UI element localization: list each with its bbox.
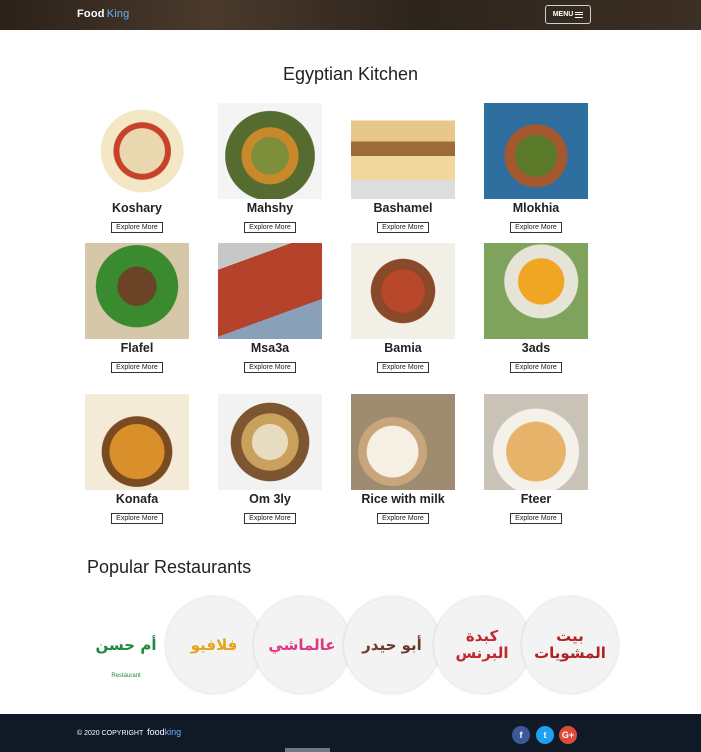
restaurant-logo[interactable]: عالماشي	[254, 597, 350, 693]
dish-name: Mlokhia	[512, 201, 560, 215]
dish-card: Mlokhia Explore More	[484, 103, 588, 234]
menu-label: MENU	[552, 11, 574, 18]
explore-more-button[interactable]: Explore More	[111, 513, 163, 524]
brand-text-primary: Food	[77, 8, 105, 20]
dish-photo[interactable]	[351, 394, 455, 490]
restaurant-logo[interactable]: بيت المشويات	[522, 597, 618, 693]
dish-name: Konafa	[115, 492, 159, 506]
restaurant-logo-text: كبدة البرنس	[455, 627, 509, 662]
explore-more-button[interactable]: Explore More	[111, 362, 163, 373]
dish-card: Konafa Explore More	[85, 394, 189, 525]
scroll-indicator	[285, 748, 330, 752]
dish-card: Flafel Explore More	[85, 243, 189, 374]
dish-name: Mahshy	[246, 201, 294, 215]
brand-text-secondary: King	[106, 8, 130, 20]
dish-photo[interactable]	[218, 394, 322, 490]
dish-photo[interactable]	[484, 103, 588, 199]
dish-photo[interactable]	[85, 243, 189, 339]
dish-card: Mahshy Explore More	[218, 103, 322, 234]
explore-more-button[interactable]: Explore More	[244, 222, 296, 233]
restaurant-logo-text: فلافيو	[190, 635, 238, 654]
explore-more-button[interactable]: Explore More	[510, 222, 562, 233]
dish-name: 3ads	[521, 341, 551, 355]
explore-more-button[interactable]: Explore More	[377, 362, 429, 373]
dish-card: Rice with milk Explore More	[351, 394, 455, 525]
copyright-text: © 2020 COPYRIGHT foodking	[77, 727, 181, 737]
explore-more-button[interactable]: Explore More	[244, 362, 296, 373]
dish-photo[interactable]	[351, 103, 455, 199]
explore-more-button[interactable]: Explore More	[510, 362, 562, 373]
dish-name: Bamia	[384, 341, 422, 355]
dish-name: Flafel	[120, 341, 154, 355]
dish-card: Bamia Explore More	[351, 243, 455, 374]
restaurant-logo[interactable]: أم حسن Restaurant	[78, 597, 174, 693]
dish-photo[interactable]	[218, 103, 322, 199]
explore-more-button[interactable]: Explore More	[510, 513, 562, 524]
dish-photo[interactable]	[484, 394, 588, 490]
twitter-icon[interactable]: t	[536, 726, 554, 744]
explore-more-button[interactable]: Explore More	[377, 513, 429, 524]
restaurant-logo[interactable]: أبو حيدر	[344, 597, 440, 693]
dish-card: Bashamel Explore More	[351, 103, 455, 234]
explore-more-button[interactable]: Explore More	[244, 513, 296, 524]
dish-card: Koshary Explore More	[85, 103, 189, 234]
dish-photo[interactable]	[484, 243, 588, 339]
dish-name: Fteer	[520, 492, 552, 506]
dish-photo[interactable]	[85, 394, 189, 490]
dish-photo[interactable]	[351, 243, 455, 339]
dish-photo[interactable]	[85, 103, 189, 199]
dish-name: Rice with milk	[361, 492, 445, 506]
restaurant-logo-subtext: Restaurant	[111, 673, 141, 679]
footer-brand-primary: food	[147, 727, 165, 737]
restaurant-logo[interactable]: كبدة البرنس	[434, 597, 530, 693]
dish-card: 3ads Explore More	[484, 243, 588, 374]
footer: © 2020 COPYRIGHT foodking f t G+	[0, 714, 701, 752]
top-navbar: Food King MENU	[0, 0, 701, 30]
dish-name: Koshary	[111, 201, 163, 215]
explore-more-button[interactable]: Explore More	[111, 222, 163, 233]
menu-button[interactable]: MENU	[545, 5, 591, 24]
copyright-label: © 2020 COPYRIGHT	[77, 730, 144, 737]
dish-name: Bashamel	[373, 201, 433, 215]
dish-card: Msa3a Explore More	[218, 243, 322, 374]
restaurant-logo-text: بيت المشويات	[534, 627, 606, 662]
restaurant-logo[interactable]: فلافيو	[166, 597, 262, 693]
dish-name: Om 3ly	[249, 492, 291, 506]
footer-brand-secondary: king	[164, 727, 182, 737]
explore-more-button[interactable]: Explore More	[377, 222, 429, 233]
restaurant-logo-text: أم حسن	[95, 635, 157, 654]
google-plus-icon[interactable]: G+	[559, 726, 577, 744]
dish-card: Om 3ly Explore More	[218, 394, 322, 525]
brand-logo[interactable]: Food King	[77, 8, 130, 20]
footer-brand: foodking	[147, 727, 181, 737]
section-title-kitchen: Egyptian Kitchen	[282, 64, 419, 84]
dish-photo[interactable]	[218, 243, 322, 339]
dish-name: Msa3a	[250, 341, 290, 355]
facebook-icon[interactable]: f	[512, 726, 530, 744]
hamburger-icon	[575, 11, 584, 18]
dish-card: Fteer Explore More	[484, 394, 588, 525]
restaurant-logo-text: أبو حيدر	[362, 635, 422, 654]
section-title-popular: Popular Restaurants	[87, 557, 252, 577]
restaurant-logo-text: عالماشي	[268, 635, 336, 654]
